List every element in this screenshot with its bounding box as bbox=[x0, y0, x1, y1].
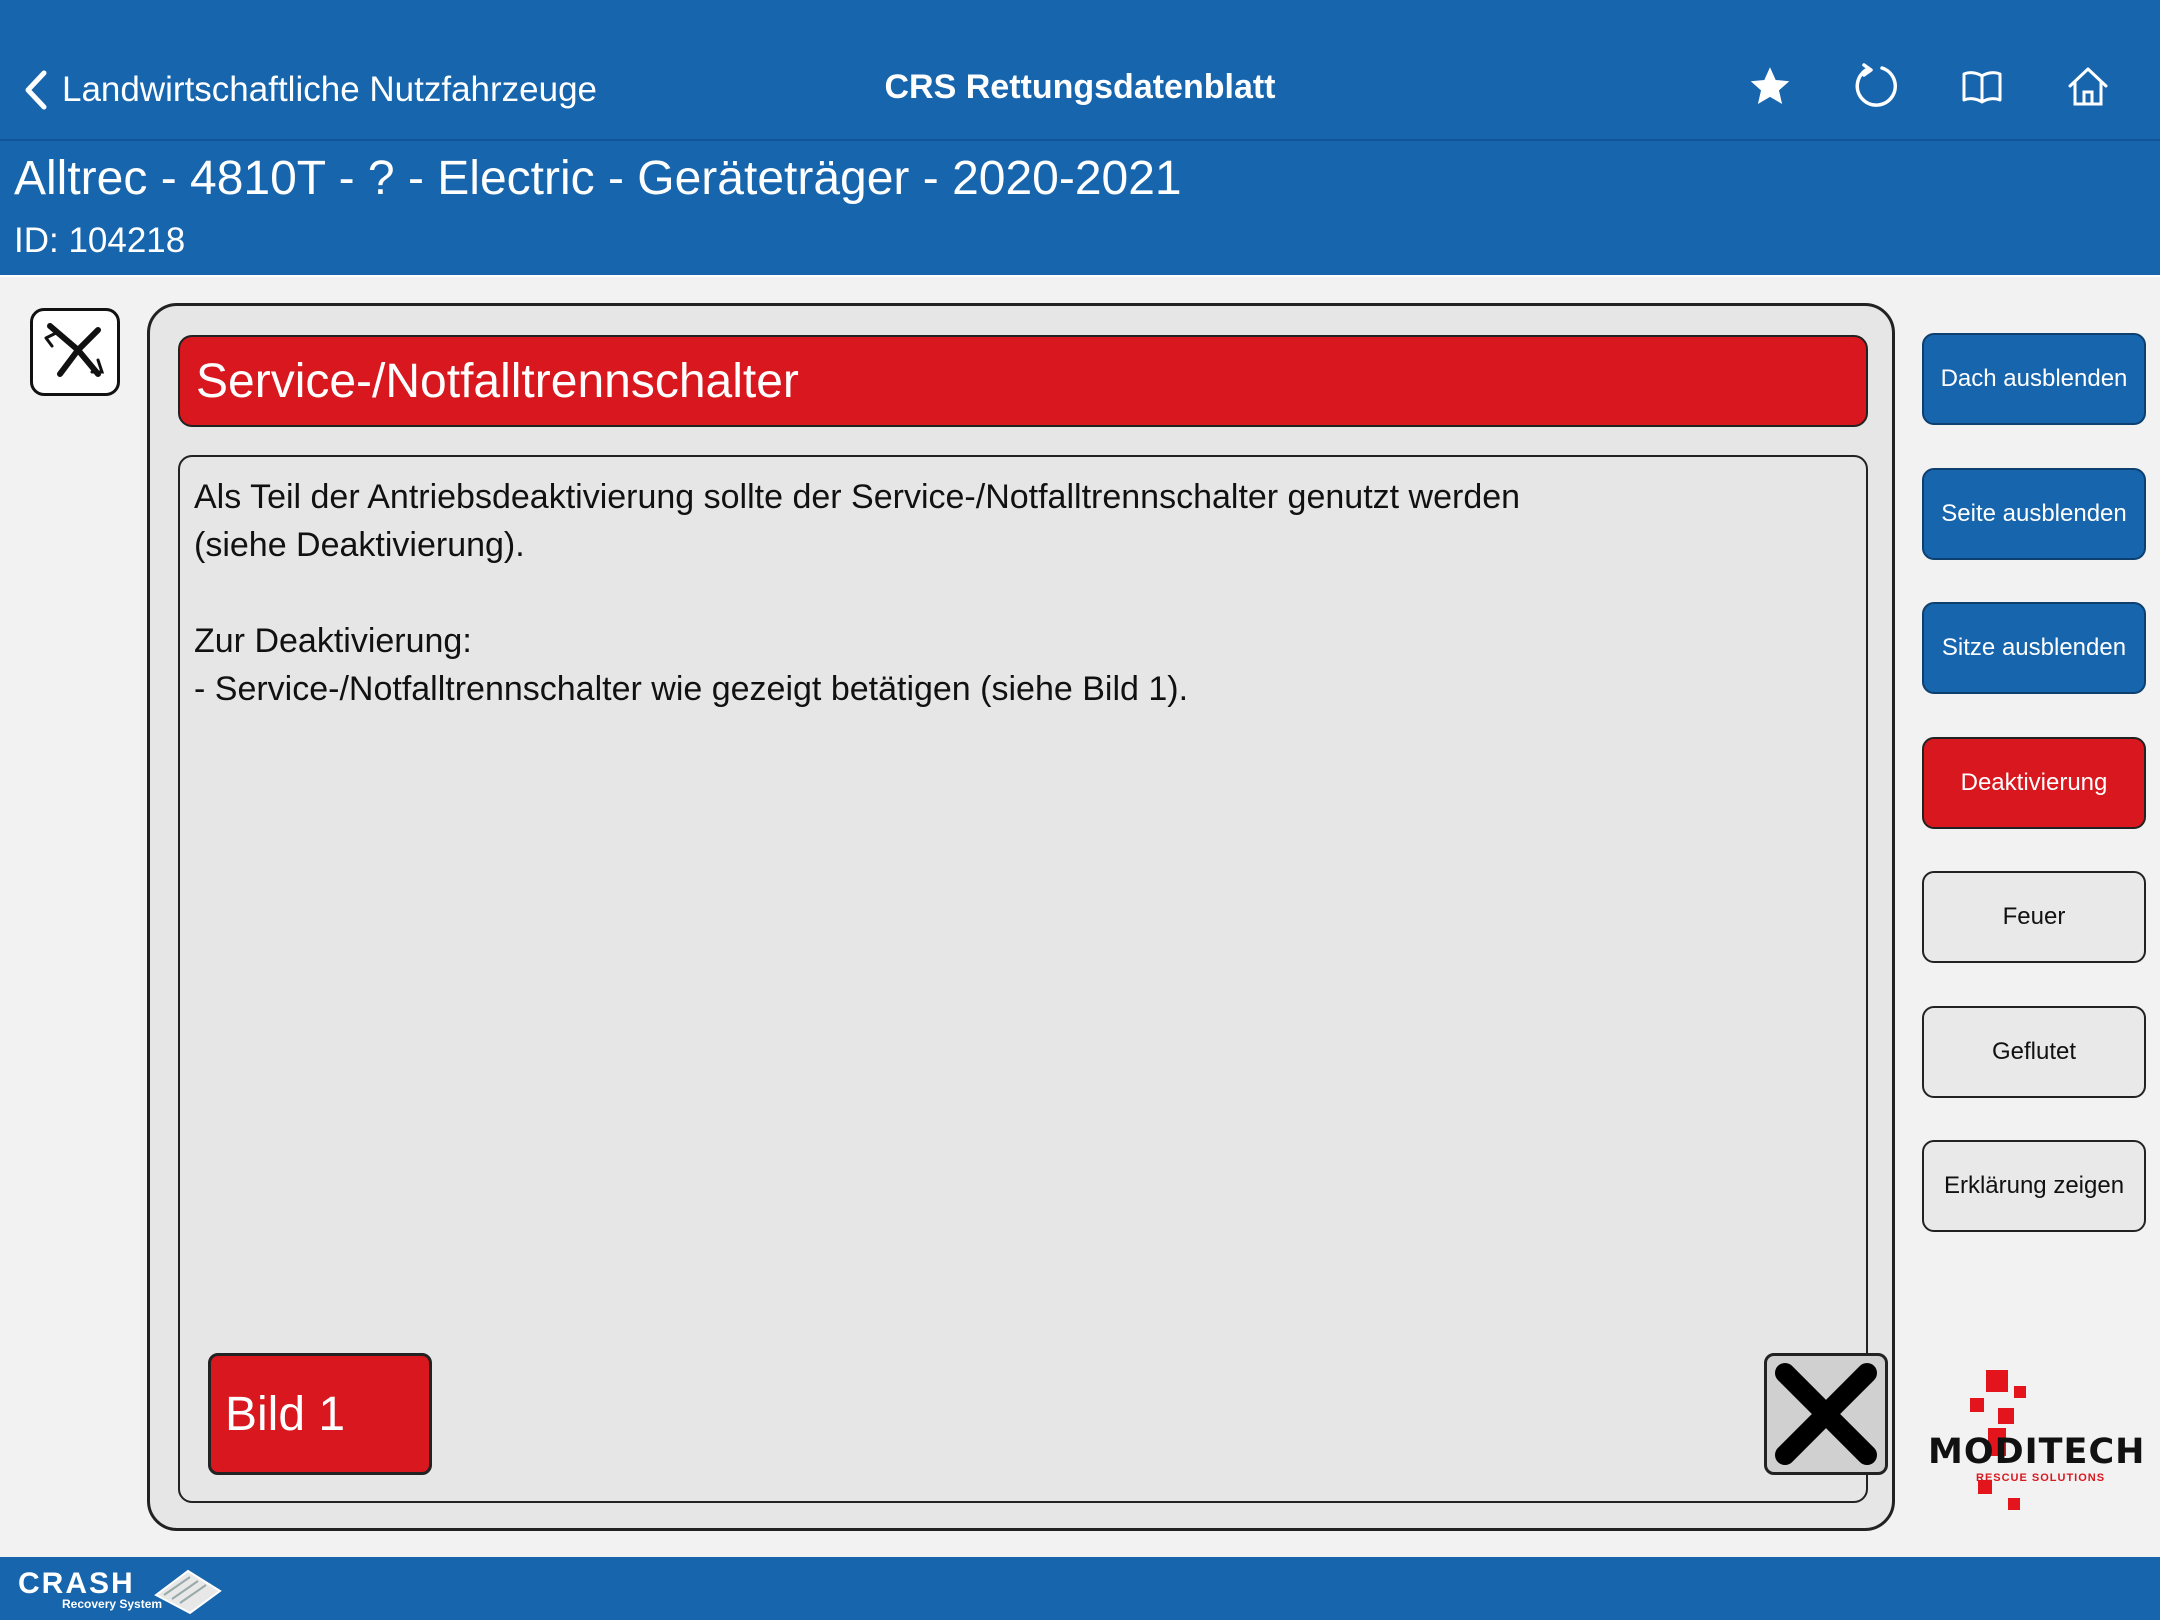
crash-logo-icon bbox=[154, 1569, 222, 1615]
info-panel: Service-/Notfalltrennschalter Als Teil d… bbox=[147, 303, 1895, 1531]
hide-roof-button[interactable]: Dach ausblenden bbox=[1922, 333, 2146, 425]
refresh-icon[interactable] bbox=[1852, 62, 1900, 110]
flooded-button[interactable]: Geflutet bbox=[1922, 1006, 2146, 1098]
home-icon[interactable] bbox=[2064, 62, 2112, 110]
chevron-left-icon bbox=[25, 70, 47, 110]
back-button-label: Landwirtschaftliche Nutzfahrzeuge bbox=[62, 70, 598, 109]
star-icon[interactable] bbox=[1746, 62, 1794, 110]
moditech-logo: MODITECH RESCUE SOLUTIONS bbox=[1928, 1370, 2146, 1516]
vehicle-id: ID: 104218 bbox=[14, 221, 186, 260]
hide-side-button[interactable]: Seite ausblenden bbox=[1922, 468, 2146, 560]
show-explanation-button[interactable]: Erklärung zeigen bbox=[1922, 1140, 2146, 1232]
vehicle-header: Alltrec - 4810T - ? - Electric - Gerätet… bbox=[0, 141, 2160, 275]
logo-tagline: RESCUE SOLUTIONS bbox=[1976, 1472, 2106, 1484]
header-divider bbox=[0, 275, 2160, 277]
deactivation-button[interactable]: Deaktivierung bbox=[1922, 737, 2146, 829]
bottom-bar: CRASH Recovery System bbox=[0, 1557, 2160, 1620]
close-button[interactable] bbox=[1764, 1353, 1888, 1475]
crash-subtitle: Recovery System bbox=[62, 1597, 163, 1611]
panel-body: Als Teil der Antriebsdeaktivierung sollt… bbox=[178, 455, 1888, 1503]
image-1-button[interactable]: Bild 1 bbox=[208, 1353, 432, 1475]
panel-header: Service-/Notfalltrennschalter bbox=[178, 335, 1868, 427]
panel-paragraph: Als Teil der Antriebsdeaktivierung sollt… bbox=[194, 478, 1521, 564]
book-icon[interactable] bbox=[1958, 62, 2006, 110]
vehicle-title: Alltrec - 4810T - ? - Electric - Gerätet… bbox=[14, 152, 1182, 205]
panel-paragraph: Zur Deaktivierung: - Service-/Notfalltre… bbox=[194, 622, 1189, 708]
crash-brand: CRASH bbox=[18, 1567, 135, 1600]
logo-wordmark: MODITECH bbox=[1928, 1432, 2146, 1472]
close-icon bbox=[1775, 1363, 1877, 1465]
panel-text: Als Teil der Antriebsdeaktivierung sollt… bbox=[194, 473, 1814, 713]
hide-seats-button[interactable]: Sitze ausblenden bbox=[1922, 602, 2146, 694]
back-button[interactable]: Landwirtschaftliche Nutzfahrzeuge bbox=[22, 66, 597, 114]
fire-button[interactable]: Feuer bbox=[1922, 871, 2146, 963]
rescue-tool-icon[interactable] bbox=[30, 308, 120, 396]
top-navigation-bar: Landwirtschaftliche Nutzfahrzeuge CRS Re… bbox=[0, 0, 2160, 141]
